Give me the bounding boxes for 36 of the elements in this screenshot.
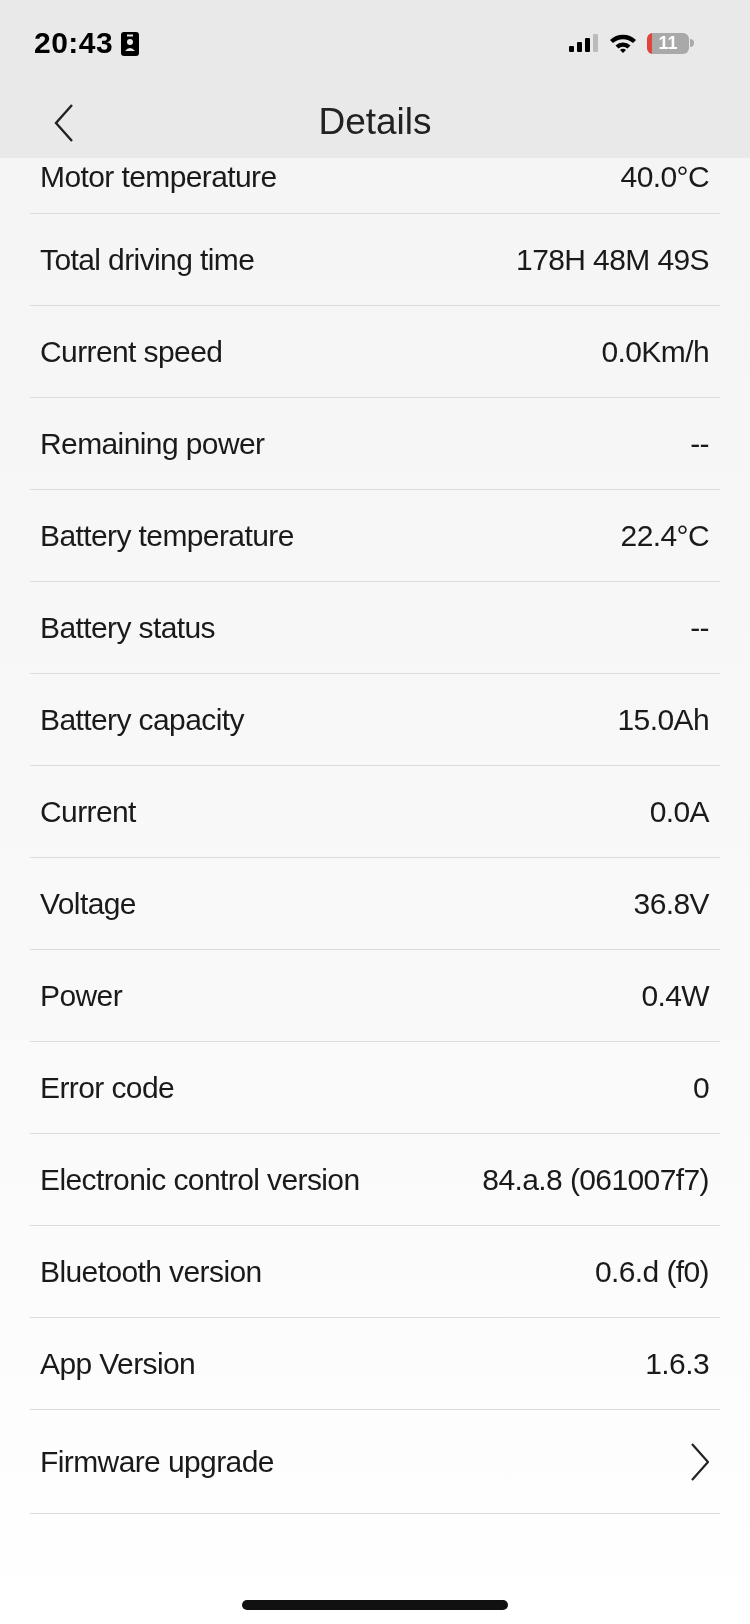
row-value: 1.6.3 — [645, 1346, 709, 1381]
row-value: -- — [690, 426, 709, 461]
row-value: 84.a.8 (061007f7) — [482, 1162, 709, 1197]
row-label: Current speed — [40, 334, 223, 369]
back-button[interactable] — [52, 104, 76, 142]
row-label: Voltage — [40, 886, 136, 921]
row-label: Remaining power — [40, 426, 265, 461]
id-card-icon — [121, 32, 140, 56]
row-value: 0.0Km/h — [601, 334, 709, 369]
row-label: Power — [40, 978, 123, 1013]
row-value: 0.0A — [649, 794, 709, 829]
row-value: 0.6.d (f0) — [594, 1254, 709, 1289]
row-label: Battery capacity — [40, 702, 244, 737]
row-label: Electronic control version — [40, 1162, 360, 1197]
row-label: Error code — [40, 1070, 175, 1105]
row-value: 40.0°C — [620, 160, 709, 194]
row-label: Bluetooth version — [40, 1254, 262, 1289]
row-label: Motor temperature — [40, 160, 277, 194]
page-title: Details — [318, 101, 432, 143]
firmware-upgrade-row[interactable]: Firmware upgrade — [30, 1410, 720, 1514]
wifi-icon — [609, 33, 637, 53]
row-label: Current — [40, 794, 136, 829]
row-label: App Version — [40, 1346, 196, 1381]
row-value: 36.8V — [633, 886, 709, 921]
signal-icon — [569, 34, 599, 52]
row-value: -- — [690, 610, 709, 645]
row-value: 0 — [692, 1070, 709, 1105]
row-value: 22.4°C — [620, 518, 709, 553]
row-value: 15.0Ah — [617, 702, 709, 737]
status-time: 20:43 — [34, 26, 114, 60]
row-label: Battery temperature — [40, 518, 294, 553]
row-label: Total driving time — [40, 242, 255, 277]
chevron-right-icon — [691, 1442, 709, 1481]
row-label: Battery status — [40, 610, 215, 645]
row-value: 178H 48M 49S — [516, 242, 709, 277]
row-value: 0.4W — [641, 978, 709, 1013]
